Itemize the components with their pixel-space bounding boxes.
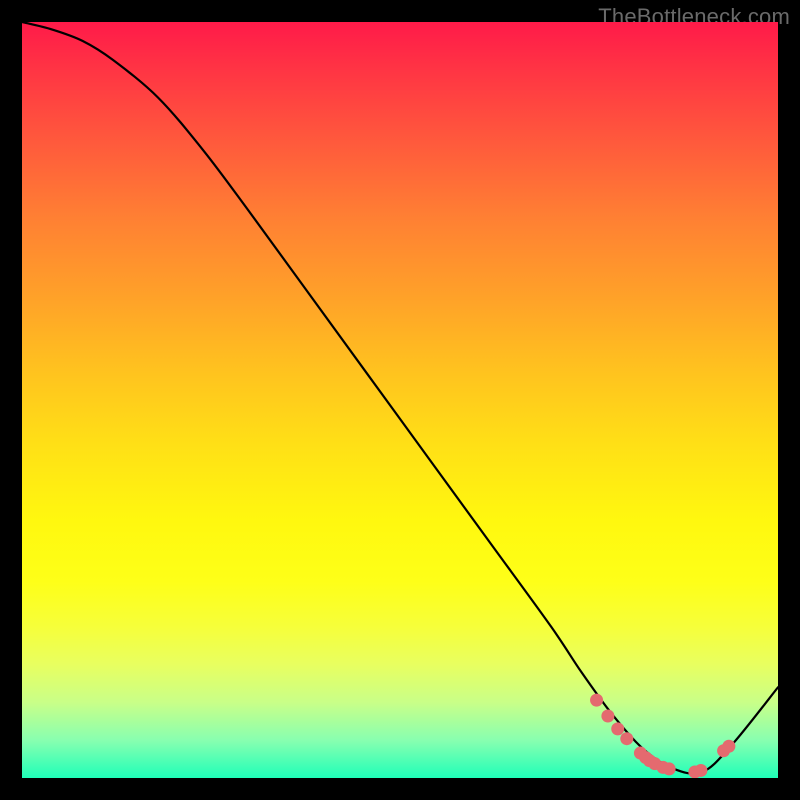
main-curve — [22, 22, 778, 774]
chart-stage: TheBottleneck.com — [0, 0, 800, 800]
marker-dot — [657, 761, 670, 774]
marker-dot — [601, 710, 614, 723]
marker-dot — [620, 732, 633, 745]
marker-dot — [611, 722, 624, 735]
marker-dot — [590, 694, 603, 707]
marker-dot — [639, 751, 652, 764]
marker-dot — [648, 757, 661, 770]
curve-layer — [22, 22, 778, 778]
marker-dot — [722, 740, 735, 753]
marker-dots — [590, 694, 735, 778]
plot-area — [22, 22, 778, 778]
marker-dot — [663, 762, 676, 775]
marker-dot — [688, 765, 701, 778]
marker-dot — [717, 744, 730, 757]
marker-dot — [634, 747, 647, 760]
marker-dot — [694, 764, 707, 777]
marker-dot — [643, 754, 656, 767]
